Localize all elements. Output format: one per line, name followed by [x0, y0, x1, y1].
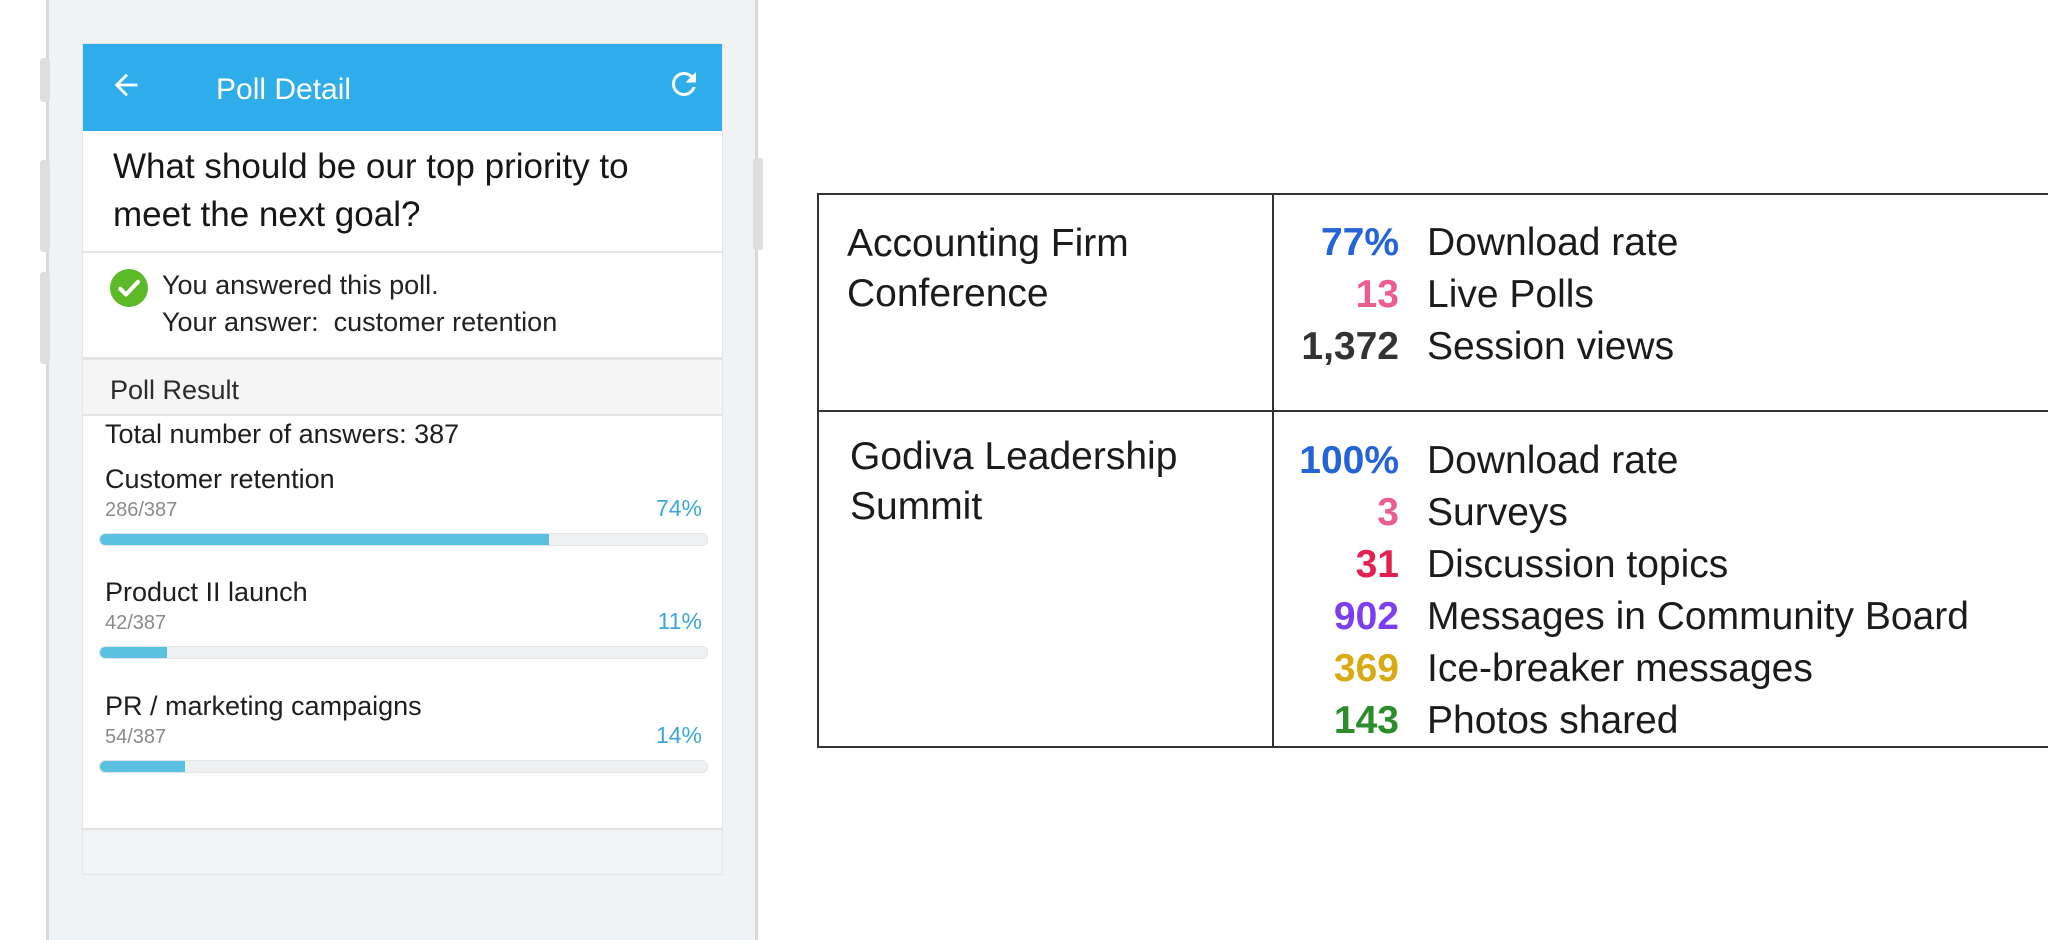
stat-value: 77% [1320, 221, 1399, 264]
table-row: Accounting Firm Conference 77% Download … [819, 195, 2048, 412]
screen-footer [83, 828, 722, 874]
stat-value: 369 [1333, 647, 1399, 690]
option-percent: 74% [655, 495, 702, 521]
progress-bar [99, 760, 708, 773]
stat-value: 13 [1355, 273, 1399, 316]
stat-item: 3 Surveys [1274, 487, 2044, 539]
phone-volume-down-button [40, 272, 50, 364]
progress-bar-fill [100, 647, 167, 658]
stat-label: Session views [1427, 325, 1675, 368]
stat-item: 100% Download rate [1274, 435, 2044, 487]
arrow-left-icon[interactable] [109, 68, 143, 102]
progress-bar-fill [100, 761, 185, 772]
stat-label: Download rate [1427, 221, 1679, 264]
stat-label: Download rate [1427, 439, 1679, 482]
stat-item: 143 Photos shared [1274, 695, 2044, 747]
poll-option: Product II launch 42/387 11% [99, 577, 708, 669]
page-title: Poll Detail [216, 73, 352, 106]
option-count: 42/387 [105, 612, 167, 634]
event-name: Godiva Leadership Summit [850, 435, 1178, 528]
stat-item: 1,372 Session views [1274, 321, 2044, 373]
progress-bar [99, 646, 708, 659]
table-row: Godiva Leadership Summit 100% Download r… [819, 412, 2048, 746]
option-label: PR / marketing campaigns [105, 691, 422, 721]
stat-item: 902 Messages in Community Board [1274, 591, 2044, 643]
stat-value: 902 [1333, 595, 1399, 638]
option-percent: 14% [655, 722, 702, 748]
stat-label: Surveys [1427, 491, 1568, 534]
stat-label: Discussion topics [1427, 543, 1729, 586]
event-stats-table: Accounting Firm Conference 77% Download … [817, 193, 2048, 748]
stat-value: 1,372 [1301, 325, 1399, 368]
poll-question: What should be our top priority to meet … [83, 131, 722, 253]
option-label: Product II launch [105, 577, 308, 607]
poll-result-header: Poll Result [83, 360, 722, 416]
stat-value: 31 [1355, 543, 1399, 586]
your-answer-text: Your answer: customer retention [162, 307, 558, 337]
option-label: Customer retention [105, 464, 335, 494]
check-circle-icon [110, 269, 148, 307]
stat-label: Ice-breaker messages [1427, 647, 1813, 690]
poll-option: PR / marketing campaigns 54/387 14% [99, 691, 708, 783]
stat-value: 143 [1333, 699, 1399, 742]
stat-item: 31 Discussion topics [1274, 539, 2044, 591]
option-count: 286/387 [105, 499, 178, 521]
option-percent: 11% [657, 608, 702, 634]
total-answers: Total number of answers: 387 [105, 419, 460, 449]
stat-item: 369 Ice-breaker messages [1274, 643, 2044, 695]
stat-item: 13 Live Polls [1274, 269, 2044, 321]
stat-label: Messages in Community Board [1427, 595, 1969, 638]
progress-bar-fill [100, 534, 550, 545]
stat-label: Live Polls [1427, 273, 1594, 316]
stat-value: 3 [1377, 491, 1399, 534]
phone-power-button [753, 158, 763, 250]
app-bar: Poll Detail [83, 44, 722, 131]
stat-value: 100% [1299, 439, 1399, 482]
option-count: 54/387 [105, 726, 167, 748]
phone-screen: Poll Detail What should be our top prior… [83, 44, 722, 874]
poll-option: Customer retention 286/387 74% [99, 464, 708, 556]
event-name: Accounting Firm Conference [847, 222, 1129, 315]
answered-text: You answered this poll. [162, 270, 439, 300]
stat-label: Photos shared [1427, 699, 1679, 742]
refresh-icon[interactable] [666, 66, 702, 102]
phone-side-button [40, 58, 50, 102]
stat-item: 77% Download rate [1274, 217, 2044, 269]
progress-bar [99, 533, 708, 546]
phone-volume-up-button [40, 160, 50, 252]
answered-notice: You answered this poll. Your answer: cus… [83, 253, 722, 360]
poll-result-title: Poll Result [110, 375, 240, 405]
